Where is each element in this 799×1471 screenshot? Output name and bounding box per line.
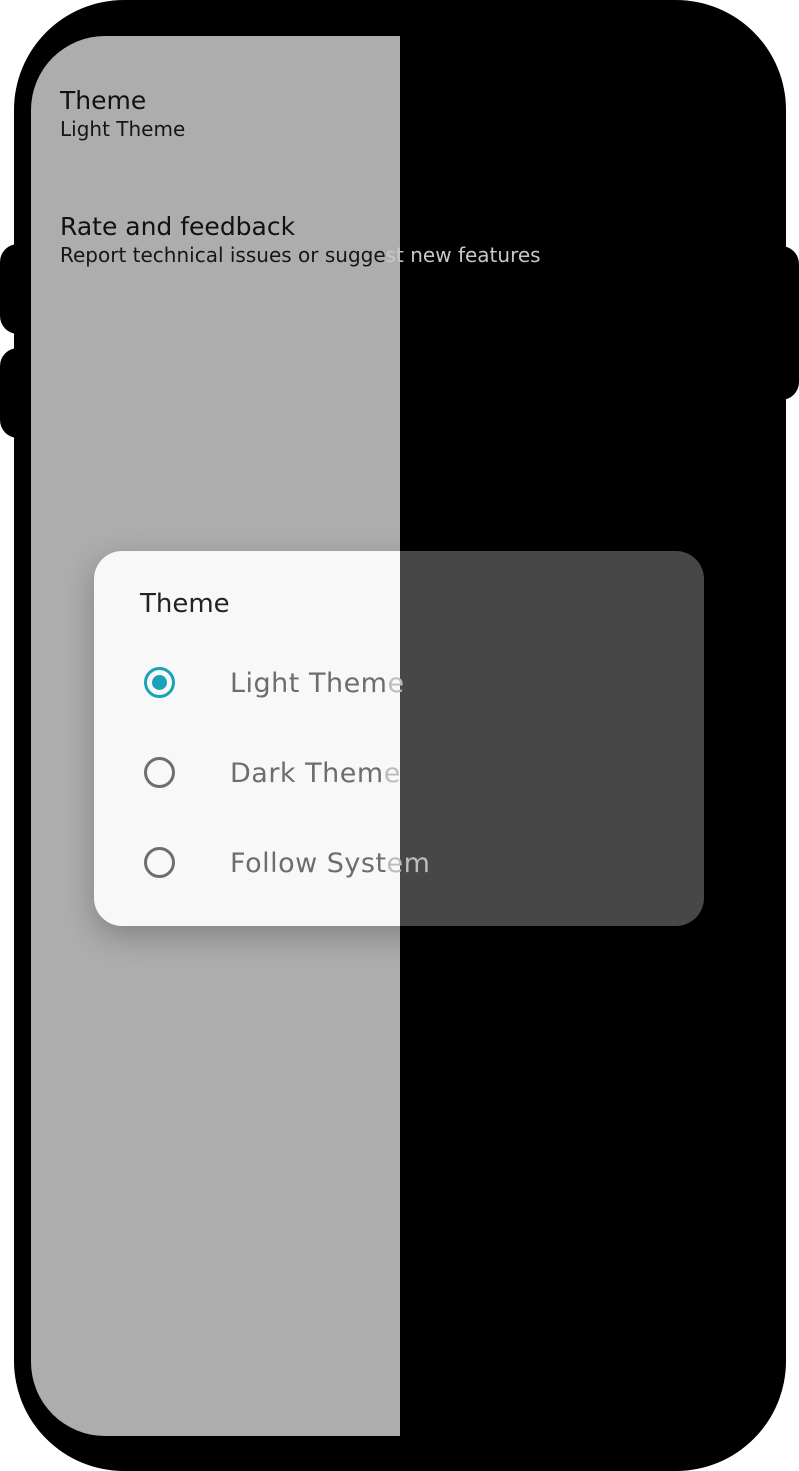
option-follow-system[interactable]: Follow System: [94, 836, 704, 896]
theme-dialog: Theme Light Theme Dark Theme Follow Syst…: [94, 551, 704, 926]
setting-rate-subtitle-right: st new features: [385, 243, 541, 267]
radio-selected-icon[interactable]: [144, 667, 175, 698]
setting-theme-subtitle: Light Theme: [60, 117, 186, 141]
option-dark-theme-label: Dark Theme: [230, 758, 401, 789]
option-light-label-left: Light Them: [230, 668, 388, 699]
setting-rate-feedback[interactable]: Rate and feedback Report technical issue…: [60, 212, 541, 268]
option-light-label-right: e: [387, 668, 405, 699]
setting-rate-subtitle-left: Report technical issues or sugge: [60, 243, 386, 267]
radio-unselected-icon[interactable]: [144, 847, 175, 878]
option-dark-theme[interactable]: Dark Theme: [94, 746, 704, 806]
option-system-label-right: em: [386, 848, 431, 879]
option-light-theme-label: Light Theme: [230, 668, 405, 699]
setting-theme-title: Theme: [60, 86, 147, 115]
option-system-label-left: Follow Syst: [230, 848, 387, 879]
option-light-theme[interactable]: Light Theme: [94, 656, 704, 716]
option-dark-label-left: Dark Them: [230, 758, 384, 789]
option-dark-label-right: e: [383, 758, 401, 789]
setting-rate-title: Rate and feedback: [60, 212, 296, 241]
screen: Theme Light Theme Rate and feedback Repo…: [31, 36, 768, 1436]
setting-rate-subtitle: Report technical issues or suggest new f…: [60, 242, 541, 268]
option-follow-system-label: Follow System: [230, 848, 430, 879]
radio-unselected-icon[interactable]: [144, 757, 175, 788]
setting-theme[interactable]: Theme Light Theme: [60, 86, 185, 142]
dialog-title: Theme: [140, 589, 230, 619]
